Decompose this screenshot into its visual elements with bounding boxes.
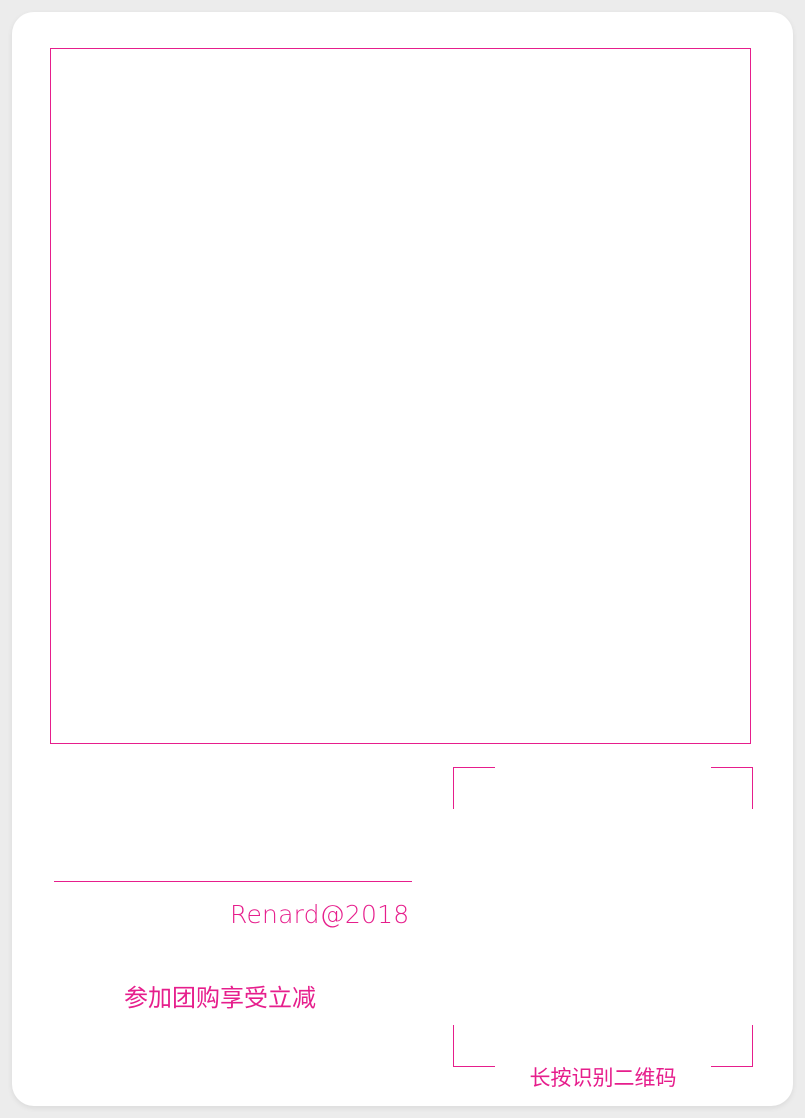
- qr-corner-bottom-right: [711, 1025, 753, 1067]
- qr-code-area[interactable]: [453, 767, 753, 1067]
- qr-corner-top-left: [453, 767, 495, 809]
- divider-line: [54, 881, 412, 882]
- photo-frame: [50, 48, 751, 744]
- qr-caption: 长按识别二维码: [529, 1066, 677, 1090]
- signature-text: Renard@2018: [230, 900, 410, 929]
- promo-text: 参加团购享受立减: [124, 984, 316, 1012]
- qr-corner-top-right: [711, 767, 753, 809]
- poster-card: Renard@2018 参加团购享受立减 长按识别二维码: [12, 12, 793, 1106]
- qr-corner-bottom-left: [453, 1025, 495, 1067]
